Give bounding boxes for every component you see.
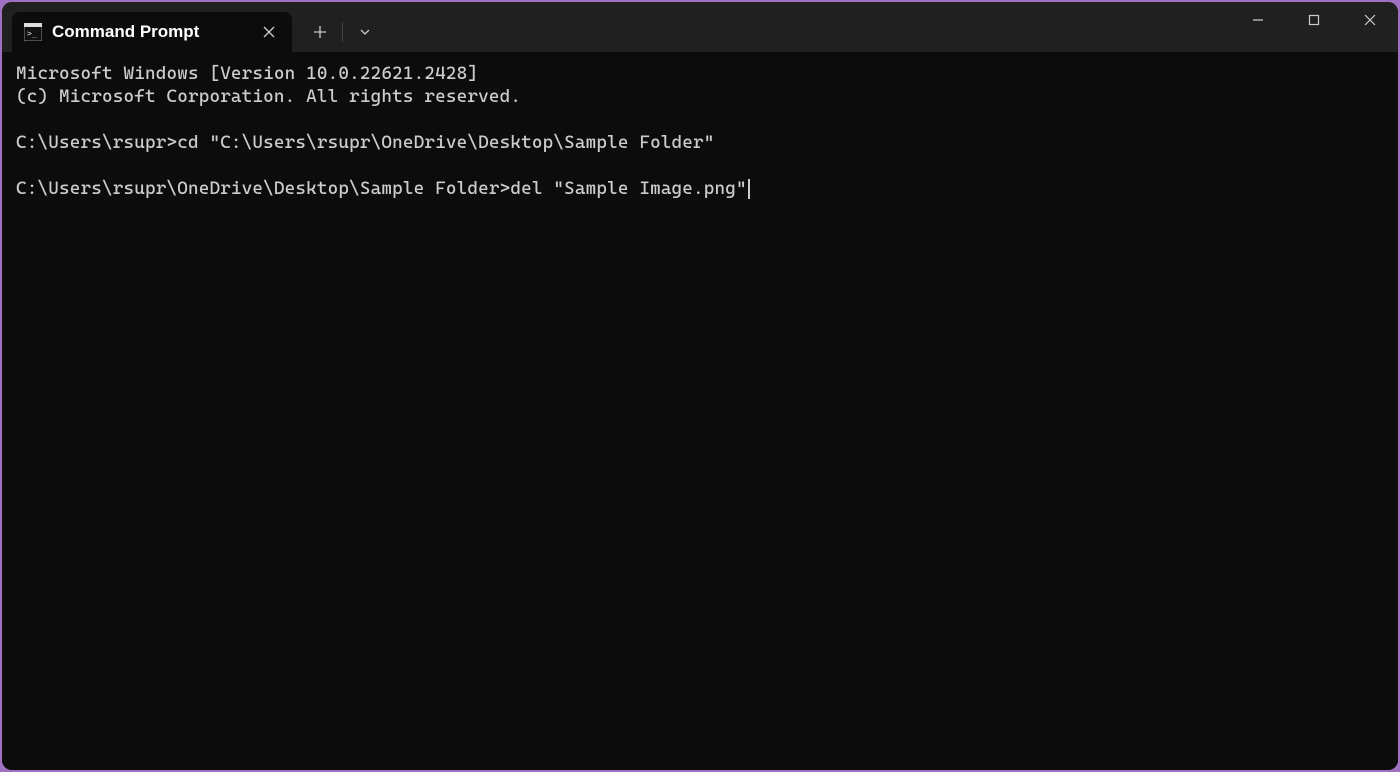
close-button[interactable] bbox=[1342, 2, 1398, 38]
os-version-line: Microsoft Windows [Version 10.0.22621.24… bbox=[16, 63, 478, 84]
terminal-content[interactable]: Microsoft Windows [Version 10.0.22621.24… bbox=[2, 52, 1398, 770]
cmd-icon: >_ bbox=[24, 23, 42, 41]
titlebar[interactable]: >_ Command Prompt bbox=[2, 2, 1398, 52]
tab-close-button[interactable] bbox=[258, 21, 280, 43]
tab-dropdown-button[interactable] bbox=[349, 16, 381, 48]
tab-command-prompt[interactable]: >_ Command Prompt bbox=[12, 12, 292, 52]
maximize-button[interactable] bbox=[1286, 2, 1342, 38]
svg-text:>_: >_ bbox=[27, 29, 37, 38]
prompt-1: C:\Users\rsupr> bbox=[16, 132, 177, 153]
command-1: cd "C:\Users\rsupr\OneDrive\Desktop\Samp… bbox=[177, 132, 714, 153]
minimize-button[interactable] bbox=[1230, 2, 1286, 38]
text-cursor bbox=[748, 179, 750, 199]
copyright-line: (c) Microsoft Corporation. All rights re… bbox=[16, 86, 521, 107]
window-controls bbox=[1230, 2, 1398, 52]
tab-divider bbox=[342, 22, 343, 42]
command-2: del "Sample Image.png" bbox=[510, 178, 746, 199]
new-tab-button[interactable] bbox=[304, 16, 336, 48]
tab-title: Command Prompt bbox=[52, 22, 248, 42]
prompt-2: C:\Users\rsupr\OneDrive\Desktop\Sample F… bbox=[16, 178, 510, 199]
tab-actions bbox=[292, 12, 381, 52]
terminal-window: >_ Command Prompt bbox=[2, 2, 1398, 770]
